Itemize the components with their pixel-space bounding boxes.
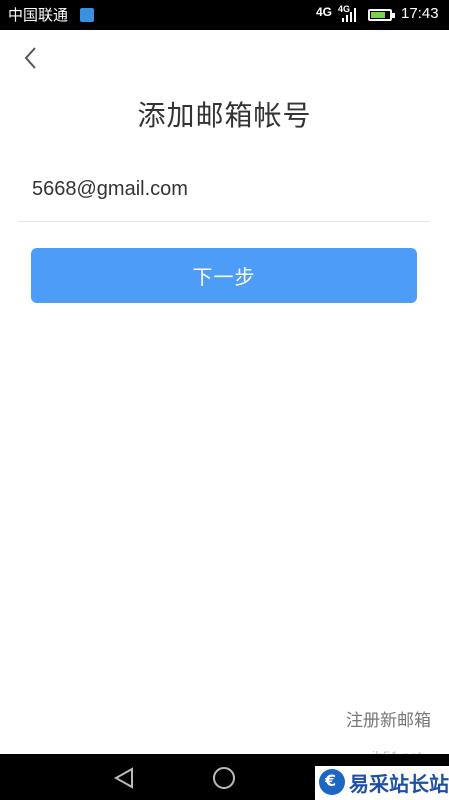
status-bar: 中国联通 4G 4G 17:43 (0, 0, 449, 30)
register-new-mailbox-link[interactable]: 注册新邮箱 (346, 706, 431, 731)
email-value[interactable]: 5668@gmail.com (32, 178, 188, 201)
nav-home-icon[interactable] (212, 766, 236, 790)
nav-back-icon[interactable] (112, 766, 136, 790)
signal-icon (342, 8, 356, 22)
next-button[interactable]: 下一步 (31, 248, 417, 303)
watermark-logo-icon (319, 769, 345, 795)
watermark-brand: 易采站长站 (349, 772, 449, 796)
network-type: 4G (316, 5, 333, 19)
chevron-left-icon (24, 47, 36, 69)
watermark: 易采站长站 (315, 766, 449, 800)
notification-icon (80, 8, 94, 22)
clock: 17:43 (401, 5, 439, 22)
back-button[interactable] (18, 44, 46, 72)
carrier-name: 中国联通 (8, 6, 69, 24)
battery-level (371, 12, 385, 18)
battery-icon (368, 9, 395, 21)
email-field[interactable]: 5668@gmail.com (18, 168, 430, 222)
page-title: 添加邮箱帐号 (137, 99, 312, 132)
